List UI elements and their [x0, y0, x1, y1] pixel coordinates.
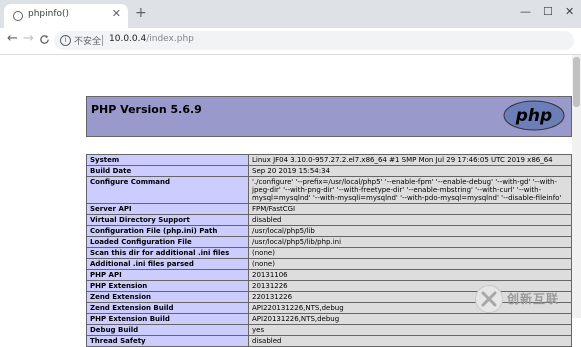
page-title: PHP Version 5.6.9 — [91, 103, 202, 116]
table-row: Server API FPM/FastCGI — [86, 203, 572, 215]
row-key: Thread Safety — [86, 335, 249, 347]
table-row: Thread Safety disabled — [86, 335, 572, 347]
table-row: Build Date Sep 20 2019 15:54:34 — [86, 165, 572, 177]
row-key: PHP Extension — [86, 280, 249, 292]
table-row: System Linux JF04 3.10.0-957.27.2.el7.x86… — [86, 154, 572, 166]
address-bar[interactable]: i 不安全 10.0.0.4/index.php — [54, 31, 574, 50]
row-value: disabled — [248, 214, 572, 226]
watermark-text: 创新互联 — [507, 292, 560, 306]
table-row: Debug Build yes — [86, 324, 572, 336]
row-key: Additional .ini files parsed — [86, 258, 249, 270]
security-label[interactable]: 不安全 — [74, 34, 101, 47]
row-value: './configure' '--prefix=/usr/local/php5'… — [248, 176, 572, 204]
browser-toolbar: ← → i 不安全 10.0.0.4/index.php — [0, 28, 581, 55]
row-value: disabled — [248, 335, 572, 347]
row-key: Configure Command — [86, 176, 249, 204]
row-value: /usr/local/php5/lib/php.ini — [248, 236, 572, 248]
row-value: Linux JF04 3.10.0-957.27.2.el7.x86_64 #1… — [248, 154, 572, 166]
php-logo-icon: php — [503, 100, 565, 131]
table-row: Scan this dir for additional .ini files(… — [86, 247, 572, 259]
table-row: PHP Extension Build API20131226,NTS,debug — [86, 313, 572, 325]
row-key: Loaded Configuration File — [86, 236, 249, 248]
row-value: API20131226,NTS,debug — [248, 313, 572, 325]
watermark-logo-icon — [475, 285, 503, 313]
table-row: PHP API 20131106 — [86, 269, 572, 281]
info-icon[interactable]: i — [60, 35, 71, 46]
row-key: System — [86, 154, 249, 166]
maximize-button[interactable]: ☐ — [543, 5, 553, 18]
row-key: Build Date — [86, 165, 249, 177]
row-key: Zend Extension Build — [86, 302, 249, 314]
row-key: Configuration File (php.ini) Path — [86, 225, 249, 237]
row-key: Scan this dir for additional .ini files — [86, 247, 249, 259]
tab-title: phpinfo() — [28, 9, 70, 19]
url-host: 10.0.0.4 — [109, 34, 147, 44]
row-key: Virtual Directory Support — [86, 214, 249, 226]
info-table: System Linux JF04 3.10.0-957.27.2.el7.x86… — [86, 154, 572, 347]
new-tab-button[interactable]: + — [135, 6, 147, 20]
row-value: Sep 20 2019 15:54:34 — [248, 165, 572, 177]
tab-phpinfo[interactable]: phpinfo() ✕ — [4, 4, 128, 28]
forward-button[interactable]: → — [23, 32, 34, 46]
row-value: /usr/local/php5/lib — [248, 225, 572, 237]
minimize-button[interactable]: — — [520, 5, 531, 18]
table-row: Virtual Directory Support disabled — [86, 214, 572, 226]
row-value: (none) — [248, 247, 572, 259]
tab-close-icon[interactable]: ✕ — [112, 7, 121, 20]
table-row: Configure Command './configure' '--prefix… — [86, 176, 572, 204]
table-row: Configuration File (php.ini) Path/usr/lo… — [86, 225, 572, 237]
table-row: Additional .ini files parsed (none) — [86, 258, 572, 270]
url-path: /index.php — [146, 34, 194, 44]
row-value: FPM/FastCGI — [248, 203, 572, 215]
watermark: 创新互联 — [475, 285, 581, 315]
address-divider — [102, 35, 103, 46]
url-text[interactable]: 10.0.0.4/index.php — [109, 34, 194, 44]
row-value: yes — [248, 324, 572, 336]
globe-icon — [13, 11, 23, 21]
row-key: PHP Extension Build — [86, 313, 249, 325]
reload-icon[interactable] — [39, 34, 50, 45]
php-logo-text: php — [515, 106, 552, 126]
window-close-button[interactable]: ✕ — [565, 5, 574, 18]
row-key: PHP API — [86, 269, 249, 281]
php-header: PHP Version 5.6.9 php — [86, 96, 572, 137]
tab-strip: phpinfo() ✕ + — ☐ ✕ — [0, 0, 581, 28]
row-key: Zend Extension — [86, 291, 249, 303]
table-row: Loaded Configuration File/usr/local/php5… — [86, 236, 572, 248]
row-key: Debug Build — [86, 324, 249, 336]
back-button[interactable]: ← — [7, 32, 18, 46]
scrollbar-thumb[interactable] — [573, 57, 580, 107]
row-value: (none) — [248, 258, 572, 270]
row-key: Server API — [86, 203, 249, 215]
row-value: 20131106 — [248, 269, 572, 281]
